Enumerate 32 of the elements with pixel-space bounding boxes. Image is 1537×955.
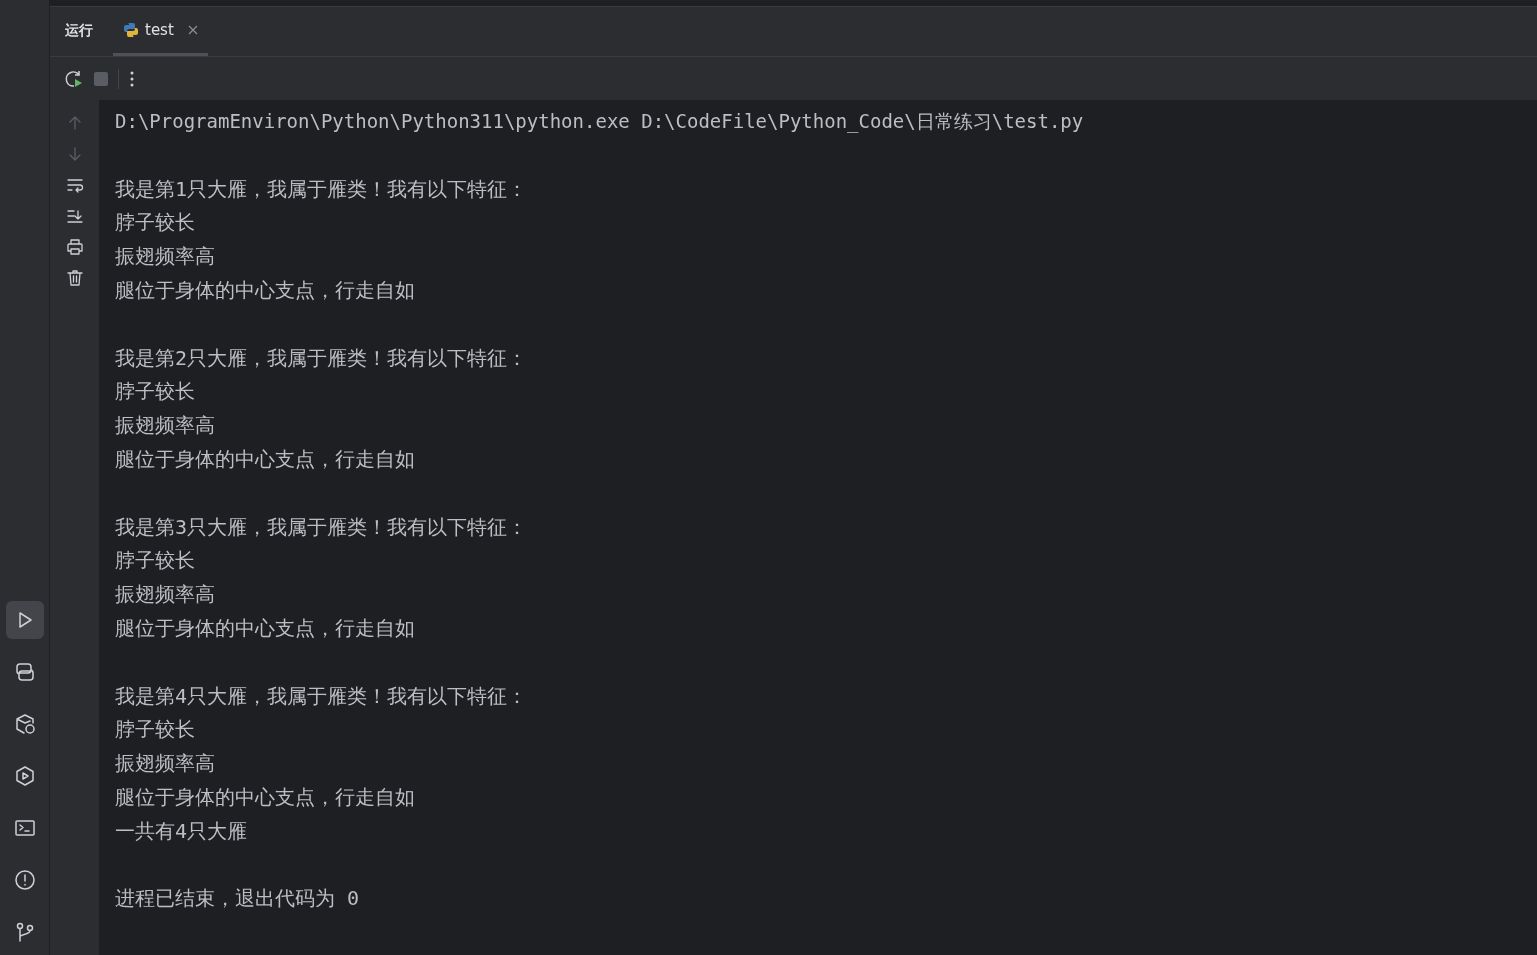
trash-icon[interactable] [65, 269, 84, 287]
output-line: 腿位于身体的中心支点，行走自如 [115, 614, 415, 642]
soft-wrap-icon[interactable] [65, 176, 84, 194]
rerun-icon[interactable] [64, 68, 84, 89]
output-line: 进程已结束，退出代码为 0 [115, 885, 360, 913]
close-icon[interactable] [187, 24, 198, 35]
output-line: 我是第2只大雁，我属于雁类！我有以下特征： [115, 344, 528, 372]
print-icon[interactable] [65, 238, 84, 256]
output-line: 振翅频率高 [115, 412, 215, 440]
output-line: 脖子较长 [115, 716, 195, 744]
package-icon [13, 713, 36, 735]
output-line: 我是第1只大雁，我属于雁类！我有以下特征： [115, 175, 528, 203]
services-icon [13, 765, 36, 787]
output-line: 腿位于身体的中心支点，行走自如 [115, 277, 415, 304]
output-line: 一共有4只大雁 [115, 817, 248, 845]
problems-icon [13, 869, 36, 891]
output-line: 腿位于身体的中心支点，行走自如 [115, 445, 415, 473]
output-line: 我是第4只大雁，我属于雁类！我有以下特征： [115, 682, 528, 710]
terminal-icon [13, 817, 36, 839]
output-line: 振翅频率高 [115, 581, 215, 609]
more-icon[interactable] [129, 69, 135, 88]
command-line: D:\ProgramEnviron\Python\Python311\python.exe D:\CodeFile\Python_Code\日常练习\test.py [115, 109, 1084, 135]
tool-window-button[interactable] [5, 601, 44, 639]
output-line: 我是第3只大雁，我属于雁类！我有以下特征： [115, 513, 528, 541]
output-line: 振翅频率高 [115, 243, 215, 271]
output-line: 脖子较长 [115, 547, 195, 575]
output-line: 振翅频率高 [115, 750, 215, 778]
output-line: 脖子较长 [115, 378, 195, 406]
output-line: 脖子较长 [115, 209, 195, 237]
panel-title: 运行 [65, 21, 93, 40]
scroll-to-end-icon[interactable] [65, 207, 84, 225]
output-line: 腿位于身体的中心支点，行走自如 [115, 783, 415, 811]
